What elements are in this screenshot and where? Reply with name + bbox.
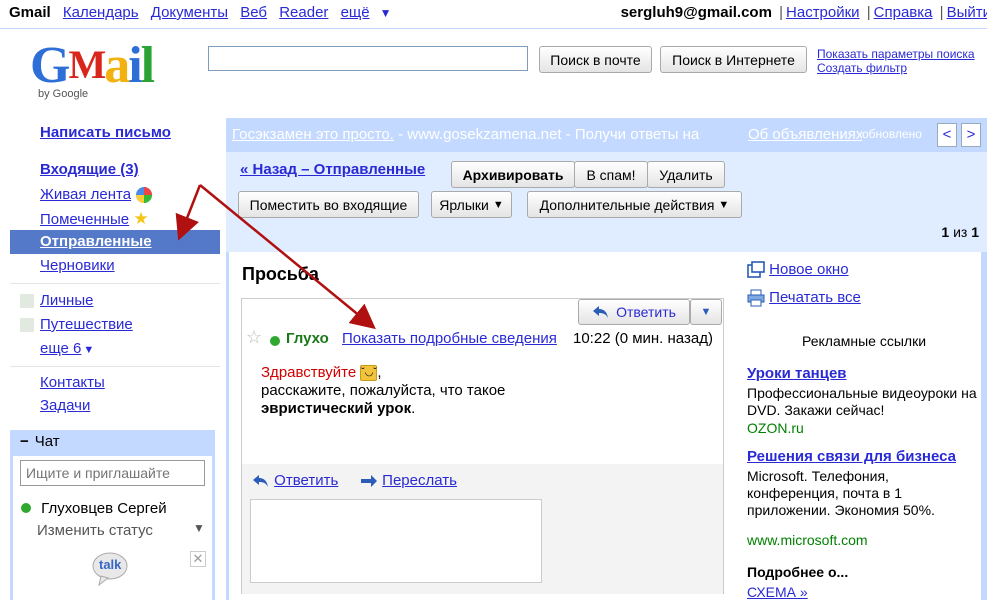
- arrow-annotation: [199, 184, 376, 330]
- annotation-arrows: [175, 184, 376, 330]
- arrow-annotation: [175, 184, 202, 241]
